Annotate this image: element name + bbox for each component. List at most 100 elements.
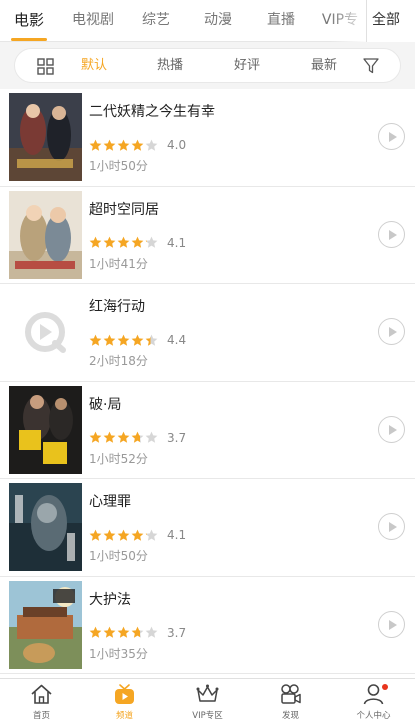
- play-button[interactable]: [378, 610, 405, 638]
- sort-top-rated[interactable]: 好评: [234, 49, 260, 84]
- rating-score: 4.1: [167, 235, 187, 250]
- list-item[interactable]: 红海行动 4.4 2小时18分: [0, 284, 415, 382]
- star-icon: [89, 626, 102, 638]
- movie-title: 心理罪: [89, 494, 131, 510]
- active-tab-indicator: [11, 38, 47, 41]
- nav-label: 个人中心: [356, 711, 391, 720]
- star-icon: [131, 626, 144, 638]
- star-icon: [117, 529, 130, 541]
- star-icon: [145, 431, 158, 443]
- movie-list: 二代妖精之今生有幸 4.0 1小时50分 超时空同居 4.1 1小时41分 红海…: [0, 89, 415, 678]
- tab-tv-series[interactable]: 电视剧: [60, 0, 126, 42]
- nav-discover[interactable]: 发现: [249, 679, 332, 720]
- star-icon: [145, 236, 158, 248]
- play-icon: [389, 424, 397, 435]
- star-icon: [89, 236, 102, 248]
- play-button[interactable]: [378, 123, 405, 150]
- star-icon: [117, 236, 130, 248]
- rating-score: 4.1: [167, 528, 187, 542]
- movie-poster[interactable]: [9, 385, 82, 474]
- sort-newest[interactable]: 最新: [311, 49, 337, 84]
- filter-icon[interactable]: [362, 57, 380, 75]
- movie-duration: 1小时35分: [89, 646, 148, 661]
- star-icon: [103, 431, 116, 443]
- star-icon: [89, 529, 102, 541]
- placeholder-play-logo-icon[interactable]: [9, 288, 82, 376]
- star-rating: 4.1: [89, 236, 186, 250]
- notification-badge: [382, 684, 388, 690]
- star-rating: 3.7: [89, 626, 186, 640]
- play-button[interactable]: [378, 220, 405, 248]
- movie-duration: 1小时52分: [89, 451, 148, 466]
- play-icon: [389, 327, 397, 337]
- star-rating: 4.0: [89, 138, 186, 152]
- sort-popular[interactable]: 热播: [157, 49, 183, 84]
- movie-poster[interactable]: [9, 483, 82, 571]
- rating-score: 4.4: [167, 333, 187, 347]
- nav-label: 发现: [281, 711, 299, 720]
- movie-poster[interactable]: [9, 580, 82, 669]
- star-icon: [103, 529, 116, 541]
- list-item[interactable]: 二代妖精之今生有幸 4.0 1小时50分: [0, 89, 415, 187]
- movie-duration: 1小时41分: [89, 256, 148, 271]
- star-icon: [103, 139, 116, 151]
- star-icon: [89, 334, 102, 346]
- play-button[interactable]: [378, 318, 405, 345]
- movie-title: 大护法: [89, 591, 131, 608]
- star-icon: [117, 626, 130, 638]
- list-item[interactable]: 心理罪 4.1 1小时50分: [0, 479, 415, 577]
- play-icon: [389, 619, 397, 630]
- star-icon: [89, 139, 102, 151]
- movie-duration: 1小时50分: [89, 549, 148, 563]
- tab-scroll-fade: [330, 0, 370, 42]
- category-tab-bar: 电影 电视剧 综艺 动漫 直播 VIP专 全部: [0, 0, 415, 42]
- star-icon: [117, 139, 130, 151]
- star-icon: [103, 626, 116, 638]
- movie-poster[interactable]: [9, 190, 82, 279]
- star-icon: [131, 236, 144, 248]
- star-icon: [103, 334, 116, 346]
- sort-bar: 默认 热播 好评 最新: [0, 42, 415, 89]
- star-icon: [89, 431, 102, 443]
- nav-vip-zone[interactable]: VIP专区: [166, 679, 249, 720]
- sort-default[interactable]: 默认: [81, 49, 107, 84]
- nav-label: 首页: [32, 711, 50, 720]
- list-item[interactable]: 大护法 3.7 1小时35分: [0, 576, 415, 674]
- tab-movies[interactable]: 电影: [0, 0, 58, 42]
- grid-icon[interactable]: [37, 58, 54, 75]
- nav-label: 频道: [115, 711, 133, 720]
- tab-variety[interactable]: 综艺: [128, 0, 184, 42]
- play-button[interactable]: [378, 415, 405, 443]
- play-icon: [389, 522, 397, 532]
- star-icon: [131, 139, 144, 151]
- movie-title: 红海行动: [89, 299, 145, 315]
- list-item[interactable]: 超时空同居 4.1 1小时41分: [0, 186, 415, 284]
- star-icon: [103, 236, 116, 248]
- movie-title: 超时空同居: [89, 201, 159, 218]
- rating-score: 3.7: [167, 625, 187, 640]
- star-icon: [145, 626, 158, 638]
- star-icon: [145, 139, 158, 151]
- all-categories-button[interactable]: 全部: [366, 0, 415, 42]
- star-icon: [117, 431, 130, 443]
- rating-score: 3.7: [167, 430, 187, 445]
- movie-poster[interactable]: [9, 93, 82, 181]
- star-icon: [117, 334, 130, 346]
- tab-live[interactable]: 直播: [253, 0, 309, 42]
- star-icon: [131, 529, 144, 541]
- play-icon: [389, 132, 397, 142]
- star-icon: [145, 529, 158, 541]
- nav-profile[interactable]: 个人中心: [332, 679, 415, 720]
- movie-duration: 1小时50分: [89, 159, 148, 173]
- movie-title: 破·局: [89, 396, 122, 413]
- nav-channel[interactable]: 频道: [83, 679, 166, 720]
- rating-score: 4.0: [167, 138, 187, 152]
- nav-home[interactable]: 首页: [0, 679, 83, 720]
- list-item[interactable]: 破·局 3.7 1小时52分: [0, 381, 415, 479]
- star-icon: [131, 431, 144, 443]
- tab-anime[interactable]: 动漫: [190, 0, 246, 42]
- play-button[interactable]: [378, 513, 405, 540]
- nav-label: VIP专区: [192, 711, 223, 720]
- star-rating: 4.4: [89, 333, 186, 347]
- star-icon: [145, 334, 158, 346]
